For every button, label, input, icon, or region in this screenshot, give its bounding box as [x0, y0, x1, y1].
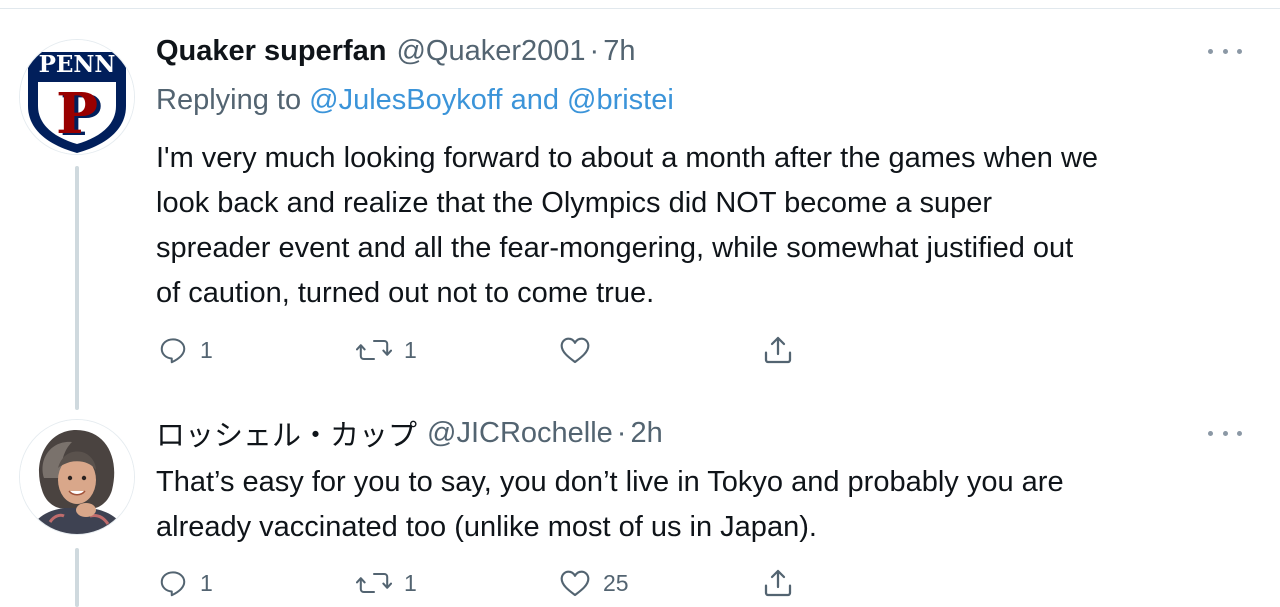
reply-count: 1: [200, 336, 213, 363]
tweet-text-line: look back and realize that the Olympics …: [156, 187, 993, 219]
thread-line: [75, 166, 79, 410]
heart-icon: [560, 570, 590, 597]
top-divider: [0, 8, 1280, 9]
tweet-text-line: already vaccinated too (unlike most of u…: [156, 511, 817, 543]
user-handle[interactable]: @Quaker2001: [396, 35, 585, 68]
share-icon: [764, 336, 792, 364]
avatar-penn[interactable]: PENN P P: [19, 39, 135, 155]
retweet-icon: [356, 572, 392, 594]
share-icon: [764, 569, 792, 597]
like-button[interactable]: [559, 330, 603, 370]
retweet-button[interactable]: 1: [356, 330, 417, 370]
user-handle[interactable]: @JICRochelle: [427, 417, 613, 450]
timestamp[interactable]: 2h: [630, 417, 662, 450]
retweet-icon: [356, 339, 392, 361]
reply-icon: [160, 338, 186, 364]
more-icon[interactable]: [1208, 423, 1242, 443]
tweet-text: That’s easy for you to say, you don’t li…: [156, 460, 1256, 550]
display-name[interactable]: ロッシェル・カップ: [156, 412, 417, 454]
tweet-text: I'm very much looking forward to about a…: [156, 136, 1256, 316]
retweet-count: 1: [404, 336, 417, 363]
mention-link[interactable]: @bristei: [567, 84, 674, 116]
heart-icon: [560, 337, 590, 364]
reply-button[interactable]: 1: [158, 330, 213, 370]
retweet-button[interactable]: 1: [356, 563, 417, 603]
separator: ·: [616, 416, 627, 449]
mention-and[interactable]: and: [511, 84, 559, 116]
share-button[interactable]: [762, 330, 794, 370]
separator: ·: [589, 34, 600, 67]
reply-button[interactable]: 1: [158, 563, 213, 603]
like-button[interactable]: 25: [559, 563, 629, 603]
tweet-header: ロッシェル・カップ @JICRochelle · 2h: [156, 412, 663, 454]
penn-logo-letter: P: [56, 81, 98, 147]
more-icon[interactable]: [1208, 41, 1242, 61]
replying-to-label: Replying to: [156, 84, 302, 116]
mention-link[interactable]: @JulesBoykoff: [309, 84, 502, 116]
profile-photo: [20, 420, 134, 534]
tweet-text-line: That’s easy for you to say, you don’t li…: [156, 466, 1064, 498]
penn-logo-text: PENN: [39, 51, 116, 78]
like-count: 25: [603, 569, 629, 596]
thread-line: [75, 548, 79, 607]
display-name[interactable]: Quaker superfan: [156, 35, 386, 68]
tweet-header: Quaker superfan @Quaker2001 · 7h: [156, 33, 635, 69]
retweet-count: 1: [404, 569, 417, 596]
tweet-text-line: of caution, turned out not to come true.: [156, 277, 655, 309]
penn-shield-logo: PENN P P: [20, 40, 134, 154]
avatar-rochelle[interactable]: [19, 419, 135, 535]
reply-count: 1: [200, 569, 213, 596]
reply-icon: [160, 571, 186, 597]
replying-to: Replying to @JulesBoykoff and @bristei: [156, 84, 674, 117]
share-button[interactable]: [762, 563, 794, 603]
timestamp[interactable]: 7h: [603, 35, 635, 68]
tweet-text-line: I'm very much looking forward to about a…: [156, 142, 1099, 174]
tweet-text-line: spreader event and all the fear-mongerin…: [156, 232, 1074, 264]
